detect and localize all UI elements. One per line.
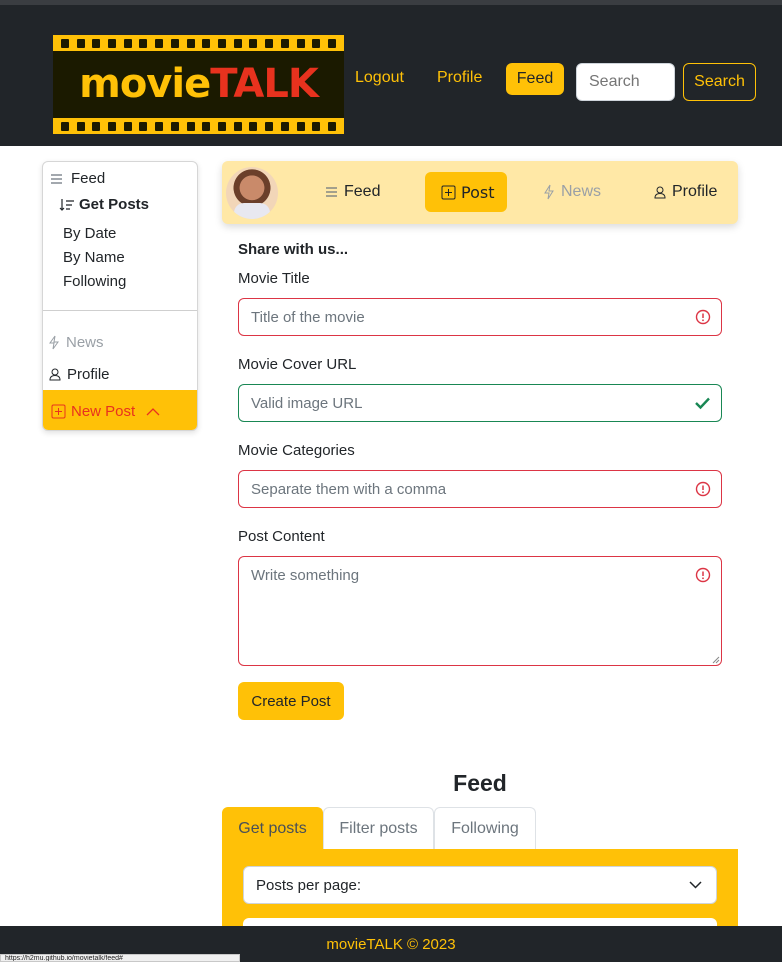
post-content-placeholder: Write something bbox=[251, 567, 360, 584]
movie-title-input[interactable]: Title of the movie bbox=[238, 298, 722, 336]
form-heading: Share with us... bbox=[238, 241, 349, 258]
lightning-icon bbox=[544, 184, 554, 200]
plus-square-icon bbox=[441, 185, 456, 200]
sidebar-item-get-posts[interactable]: Get Posts bbox=[59, 196, 149, 213]
postnav-profile-label: Profile bbox=[672, 183, 718, 200]
search-button[interactable]: Search bbox=[683, 63, 756, 101]
tab-filter-posts[interactable]: Filter posts bbox=[323, 807, 434, 850]
sidebar-news-label: News bbox=[66, 334, 104, 351]
sidebar-profile-label: Profile bbox=[67, 366, 110, 383]
sidebar-item-following[interactable]: Following bbox=[63, 273, 126, 290]
menu-icon bbox=[326, 187, 337, 197]
movietalk-logo[interactable]: movieTALK bbox=[53, 35, 344, 134]
person-icon bbox=[654, 186, 666, 198]
sort-icon bbox=[59, 198, 74, 211]
sidebar-item-by-date[interactable]: By Date bbox=[63, 225, 116, 242]
lightning-icon bbox=[49, 335, 59, 350]
profile-link[interactable]: Profile bbox=[437, 69, 482, 87]
sidebar-item-feed[interactable]: Feed bbox=[50, 170, 105, 187]
filmstrip-top bbox=[53, 35, 344, 51]
movie-title-placeholder: Title of the movie bbox=[251, 308, 365, 326]
sidebar-item-by-name[interactable]: By Name bbox=[63, 249, 125, 266]
chevron-up-icon bbox=[146, 407, 160, 415]
filmstrip-bottom bbox=[53, 118, 344, 134]
movie-cover-label: Movie Cover URL bbox=[238, 356, 357, 373]
check-icon bbox=[695, 397, 710, 410]
movie-categories-input[interactable]: Separate them with a comma bbox=[238, 470, 722, 508]
chevron-down-icon bbox=[689, 881, 702, 889]
postnav-post-label: Post bbox=[461, 183, 495, 202]
postnav-feed-label: Feed bbox=[344, 183, 381, 200]
feed-section-title: Feed bbox=[453, 770, 507, 796]
post-content-label: Post Content bbox=[238, 528, 325, 545]
posts-per-page-label: Posts per page: bbox=[256, 876, 362, 894]
search-input[interactable] bbox=[576, 63, 675, 101]
error-icon bbox=[695, 481, 711, 497]
browser-status-url: https://h2mu.github.io/movietalk/feed# bbox=[0, 954, 240, 962]
error-icon bbox=[695, 309, 711, 325]
postnav-post-button[interactable]: Post bbox=[425, 172, 507, 212]
menu-icon bbox=[51, 173, 62, 184]
tab-following[interactable]: Following bbox=[434, 807, 536, 850]
sidebar-item-profile[interactable]: Profile bbox=[49, 366, 110, 383]
movie-cover-input[interactable]: Valid image URL bbox=[238, 384, 722, 422]
plus-square-icon bbox=[51, 404, 66, 418]
logo-text: movieTALK bbox=[79, 61, 319, 107]
resize-handle-icon[interactable] bbox=[712, 656, 720, 664]
postnav-news[interactable]: News bbox=[543, 183, 601, 201]
postnav-news-label: News bbox=[561, 183, 602, 200]
sidebar-get-posts-label: Get Posts bbox=[79, 196, 150, 213]
posts-per-page-select[interactable]: Posts per page: bbox=[243, 866, 717, 904]
movie-cover-placeholder: Valid image URL bbox=[251, 394, 363, 412]
sidebar-new-post-button[interactable]: New Post bbox=[43, 390, 197, 430]
movie-title-label: Movie Title bbox=[238, 270, 310, 287]
movie-categories-label: Movie Categories bbox=[238, 442, 355, 459]
movie-categories-placeholder: Separate them with a comma bbox=[251, 480, 447, 498]
sidebar-feed-label: Feed bbox=[71, 170, 106, 187]
postnav-feed[interactable]: Feed bbox=[325, 183, 380, 201]
error-icon bbox=[695, 567, 711, 583]
sidebar-item-news[interactable]: News bbox=[48, 334, 104, 351]
sidebar-new-post-label: New Post bbox=[71, 402, 136, 420]
post-content-textarea[interactable]: Write something bbox=[238, 556, 722, 666]
avatar[interactable] bbox=[226, 167, 278, 219]
sidebar-divider bbox=[43, 310, 197, 311]
create-post-button[interactable]: Create Post bbox=[238, 682, 344, 720]
tab-get-posts[interactable]: Get posts bbox=[222, 807, 323, 850]
top-navbar: movieTALK Logout Profile Feed Search bbox=[0, 0, 782, 146]
person-icon bbox=[49, 368, 61, 381]
feed-link[interactable]: Feed bbox=[506, 63, 564, 95]
postnav-profile[interactable]: Profile bbox=[654, 183, 717, 201]
sidebar: Feed Get Posts By Date By Name Following… bbox=[42, 161, 198, 431]
logout-link[interactable]: Logout bbox=[355, 69, 404, 87]
